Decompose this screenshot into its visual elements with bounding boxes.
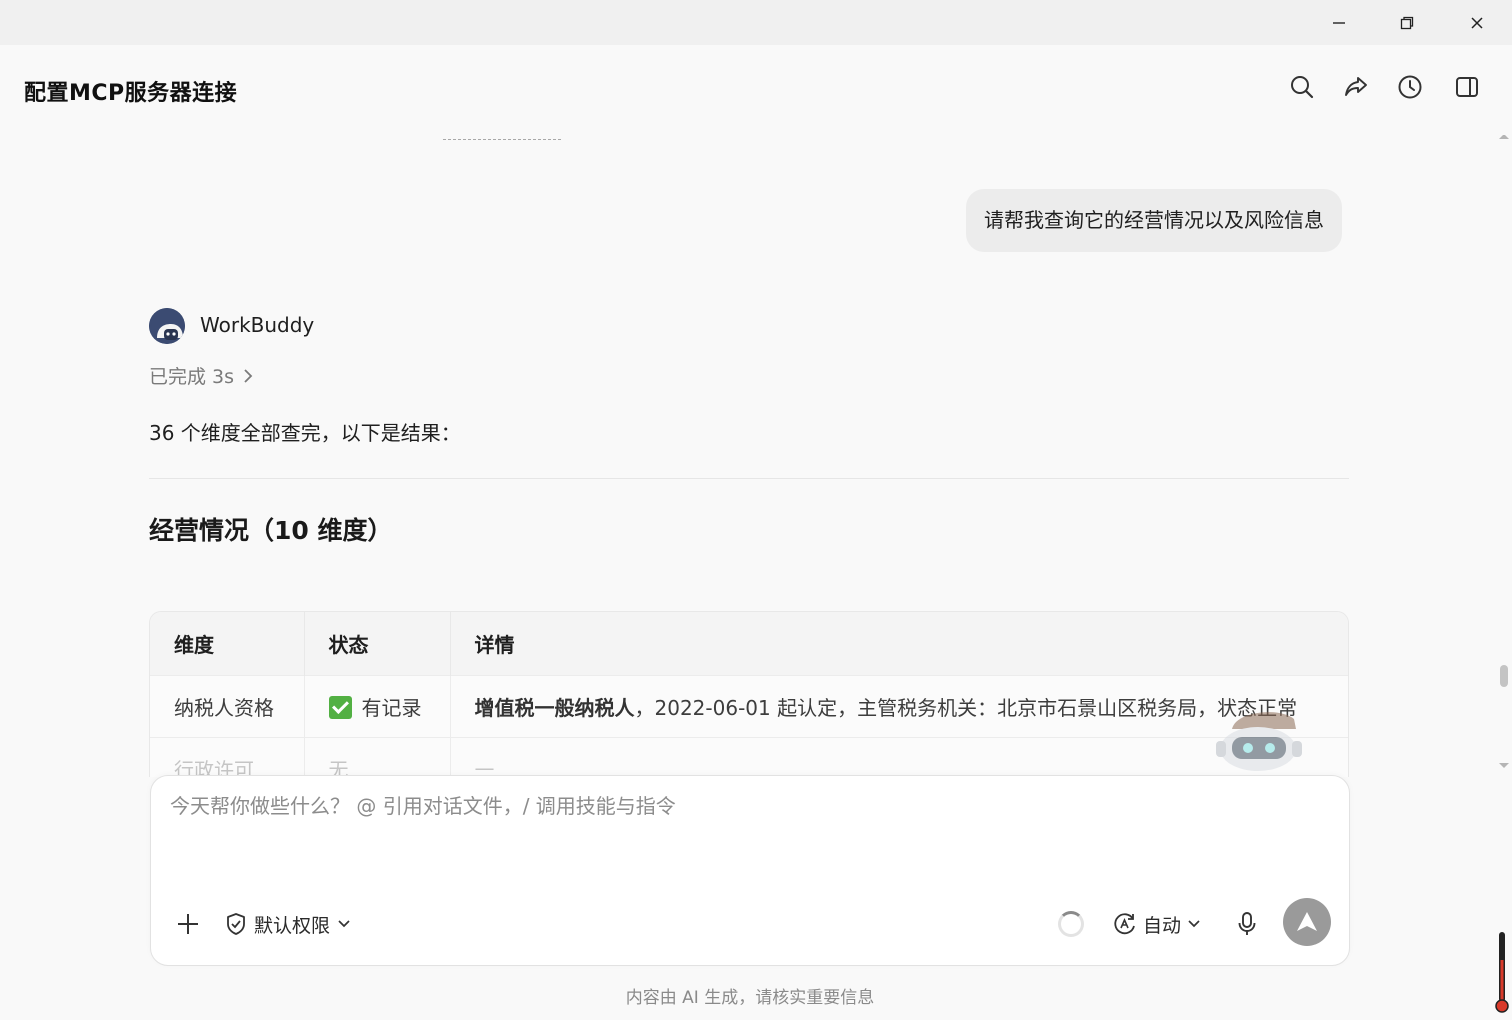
- chat-header: 配置MCP服务器连接: [0, 45, 1512, 135]
- share-button[interactable]: [1341, 72, 1371, 102]
- ai-disclaimer: 内容由 AI 生成，请核实重要信息: [625, 988, 875, 1008]
- cell-status: 有记录: [304, 674, 451, 737]
- chevron-down-icon: [338, 920, 350, 928]
- scrollbar-thumb[interactable]: [1500, 665, 1508, 687]
- green-check-icon: [328, 695, 352, 719]
- cell-dimension: 纳税人资格: [150, 674, 305, 737]
- share-icon: [1345, 77, 1367, 96]
- history-icon: [1398, 75, 1422, 99]
- cell-detail-text: ，2022-06-01 起认定，主管税务机关：北京市石景山区税务局，状态正常: [634, 695, 1298, 720]
- page-title: 配置MCP服务器连接: [24, 81, 238, 106]
- close-window-button[interactable]: [1443, 0, 1511, 45]
- permission-selector[interactable]: 默认权限: [225, 909, 351, 939]
- chevron-down-icon: [1188, 920, 1200, 928]
- scroll-down-arrow[interactable]: [1499, 763, 1509, 768]
- voice-input-button[interactable]: [1233, 909, 1261, 939]
- cell-detail-bold: 增值税一般纳税人: [474, 695, 635, 720]
- table-header-row: 维度 状态 详情: [150, 612, 1348, 675]
- completion-status-text: 已完成 3s: [149, 366, 235, 388]
- cell-dimension: 行政许可: [150, 736, 305, 777]
- auto-mode-icon: [1114, 913, 1135, 935]
- column-header-dimension: 维度: [150, 612, 305, 675]
- table-row: 行政许可 无 —: [150, 736, 1348, 777]
- model-label: 自动: [1143, 914, 1182, 937]
- chevron-right-icon: [244, 368, 253, 383]
- cell-status-text: 有记录: [361, 695, 422, 720]
- assistant-intro-text: 36 个维度全部查完，以下是结果：: [149, 421, 461, 445]
- send-button[interactable]: [1283, 898, 1331, 946]
- window-titlebar: [0, 0, 1512, 45]
- search-icon: [1291, 76, 1314, 99]
- section-heading: 经营情况（10 维度）: [149, 516, 393, 545]
- sidebar-toggle-icon: [1456, 77, 1478, 97]
- mascot-robot[interactable]: [1210, 705, 1310, 775]
- thermometer-widget[interactable]: [1495, 930, 1509, 1016]
- shield-check-icon: [227, 913, 245, 935]
- cell-status: 无: [304, 736, 451, 777]
- message-input[interactable]: [170, 794, 1170, 818]
- sidebar-toggle-button[interactable]: [1452, 72, 1482, 102]
- robot-mascot-icon: [1216, 712, 1302, 771]
- robot-avatar-icon: [149, 308, 185, 344]
- restore-button[interactable]: [1373, 0, 1441, 45]
- microphone-icon: [1238, 912, 1256, 935]
- restore-icon: [1400, 16, 1414, 29]
- results-table: 维度 状态 详情 纳税人资格 有记录 增值税一般纳税人，2022-06-01 起…: [149, 611, 1349, 777]
- assistant-avatar: [149, 308, 185, 344]
- minimize-icon: [1333, 21, 1345, 24]
- plus-icon: [178, 914, 198, 934]
- completion-status[interactable]: 已完成 3s: [149, 362, 254, 389]
- table-row: 纳税人资格 有记录 增值税一般纳税人，2022-06-01 起认定，主管税务机关…: [150, 674, 1348, 737]
- permission-label: 默认权限: [254, 914, 331, 937]
- assistant-name: WorkBuddy: [200, 313, 315, 337]
- add-attachment-button[interactable]: [173, 909, 203, 939]
- user-message-bubble: 请帮我查询它的经营情况以及风险信息: [966, 189, 1342, 252]
- message-composer: 默认权限 自动: [150, 775, 1350, 966]
- section-divider: [149, 478, 1349, 479]
- column-header-detail: 详情: [450, 612, 1348, 675]
- send-arrow-icon: [1297, 912, 1317, 931]
- close-icon: [1471, 16, 1483, 29]
- minimize-button[interactable]: [1305, 0, 1373, 45]
- history-button[interactable]: [1395, 72, 1425, 102]
- model-selector[interactable]: 自动: [1113, 909, 1201, 939]
- column-header-status: 状态: [304, 612, 451, 675]
- loading-spinner-icon: [1058, 911, 1084, 937]
- search-button[interactable]: [1287, 72, 1317, 102]
- thermometer-icon: [1495, 932, 1509, 1013]
